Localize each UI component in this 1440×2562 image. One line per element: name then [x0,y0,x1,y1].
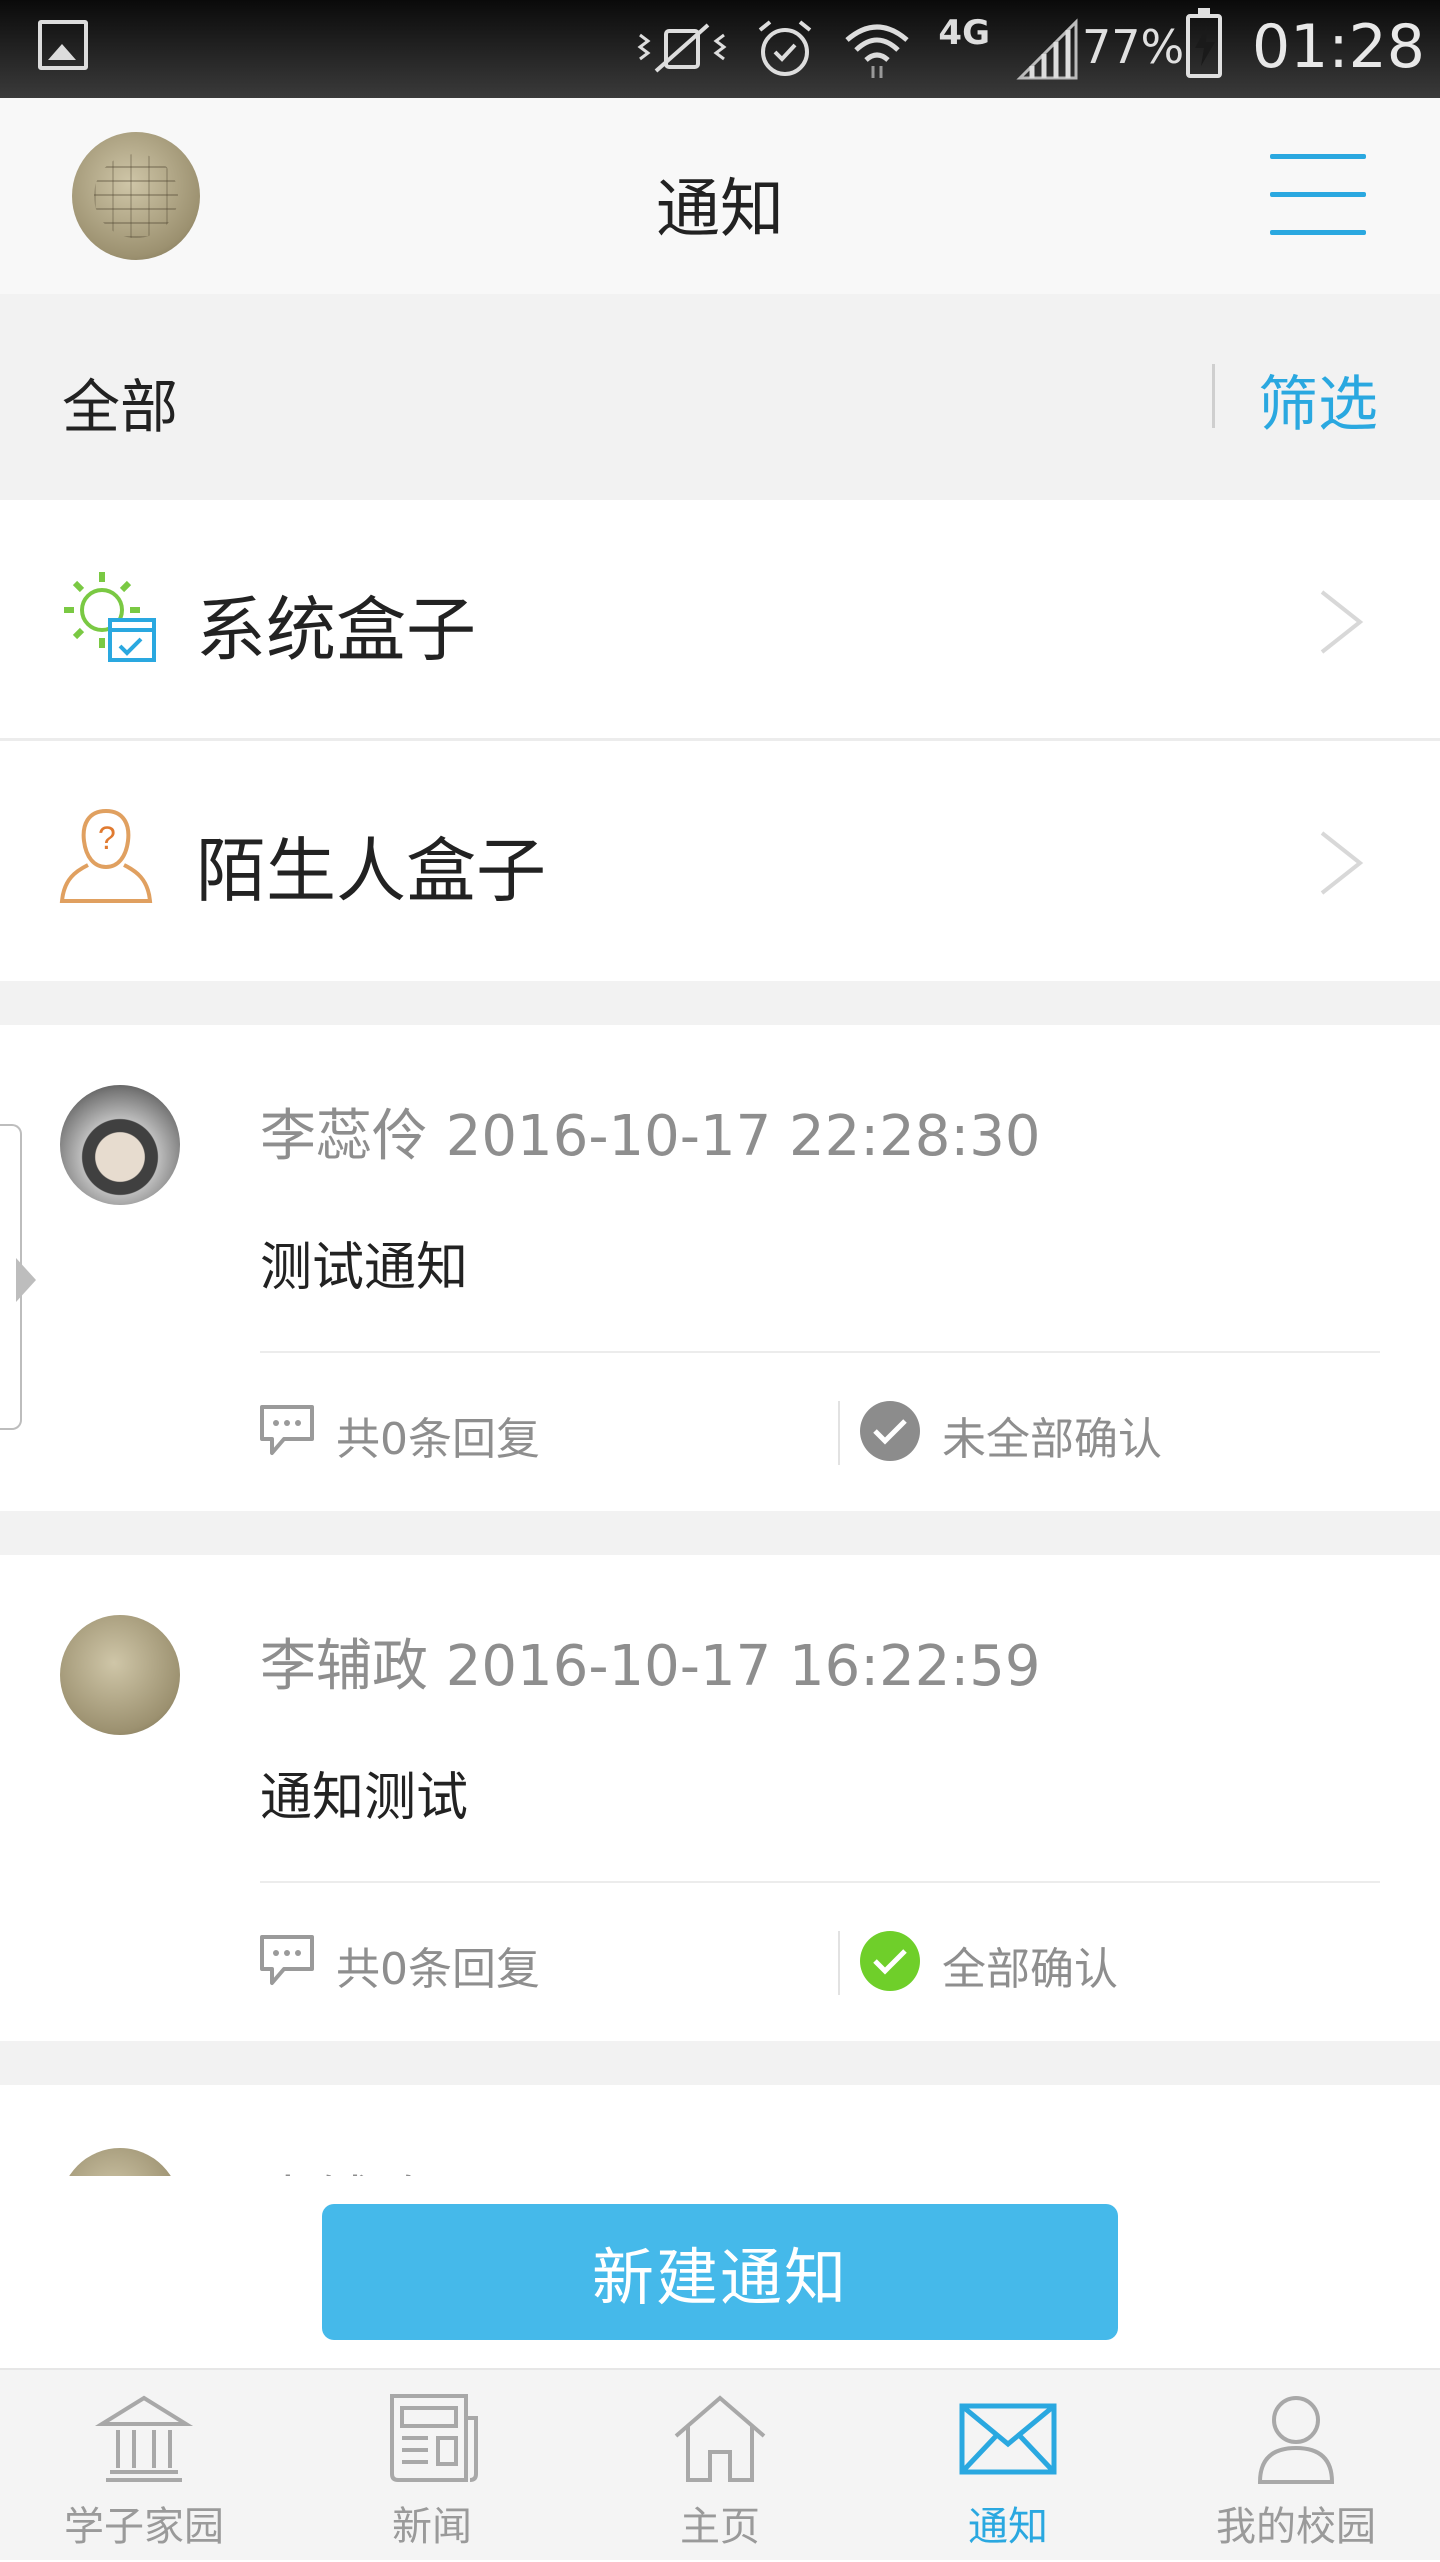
wifi-icon [845,24,910,78]
stranger-box-row[interactable]: ? 陌生人盒子 [0,741,1440,981]
alarm-icon [759,20,812,76]
notice-title: 通知测试 [260,1768,469,1828]
nav-label: 主页 [680,2504,760,2550]
filter-button[interactable]: 筛选 [1258,356,1378,443]
clock: 01:28 [1252,12,1425,82]
stranger-box-label: 陌生人盒子 [196,830,546,912]
nav-label: 新闻 [392,2504,472,2550]
reply-count[interactable]: 共0条回复 [336,1933,540,1997]
nav-item-school-home[interactable]: 学子家园 [0,2370,288,2562]
confirm-status[interactable]: 全部确认 [942,1933,1118,1997]
comment-icon [260,1405,314,1455]
network-type: 4G [938,13,990,53]
section-gap [0,1511,1440,1555]
nav-label: 通知 [968,2504,1048,2550]
nav-item-my-campus[interactable]: 我的校园 [1152,2370,1440,2562]
section-gap [0,981,1440,1025]
nav-item-notice[interactable]: 通知 [864,2370,1152,2562]
user-icon [1257,2396,1335,2484]
vibrate-mute-icon [637,23,727,73]
gallery-notification-icon [38,20,88,70]
unconfirmed-check-icon [860,1401,920,1461]
comment-icon [260,1935,314,1985]
notice-sender-time: 李辅政 2016-10-17 16:22:59 [260,1634,1041,1699]
page-title: 通知 [656,173,784,247]
sender-avatar [60,1085,180,1205]
reply-count[interactable]: 共0条回复 [336,1403,540,1467]
filter-bar: 全部 筛选 [0,294,1440,500]
card-divider [260,1881,1380,1883]
notice-card[interactable]: 李蕊伶 2016-10-17 22:28:30 测试通知 共0条回复 未全部确认 [0,1025,1440,1511]
notice-card[interactable]: 李辅政 2016-10-17 16:22:59 通知测试 共0条回复 全部确认 [0,1555,1440,2041]
nav-label: 学子家园 [64,2504,224,2550]
notice-sender-time: 李辅政 2016-10-17 16:21:59 [260,2158,1041,2176]
confirmed-check-icon [860,1931,920,1991]
side-drawer-handle[interactable] [0,1124,36,1430]
card-vertical-divider [838,1931,840,1995]
notice-sender-time: 李蕊伶 2016-10-17 22:28:30 [260,1104,1041,1169]
card-vertical-divider [838,1401,840,1465]
sender-avatar [60,1615,180,1735]
chevron-right-icon [1320,590,1364,654]
section-gap [0,2041,1440,2085]
system-gear-icon [64,572,156,662]
filter-current-label[interactable]: 全部 [62,360,178,444]
stranger-person-icon: ? [59,808,153,903]
bottom-nav: 学子家园 新闻 主页 通知 我的校园 [0,2368,1440,2560]
school-building-icon [94,2395,194,2482]
svg-text:?: ? [98,820,116,856]
envelope-icon [959,2403,1057,2475]
new-notice-button[interactable]: 新建通知 [322,2204,1118,2340]
nav-label: 我的校园 [1216,2504,1376,2550]
menu-icon[interactable] [1270,154,1366,238]
nav-item-news[interactable]: 新闻 [288,2370,576,2562]
confirm-status[interactable]: 未全部确认 [942,1403,1162,1467]
nav-item-home[interactable]: 主页 [576,2370,864,2562]
home-icon [674,2395,766,2482]
signal-icon [1016,18,1078,80]
battery-icon [1186,8,1222,78]
app-header: 通知 [0,98,1440,294]
system-box-label: 系统盒子 [196,589,476,671]
system-box-row[interactable]: 系统盒子 [0,500,1440,740]
battery-percent: 77% [1082,20,1185,74]
filter-divider [1212,364,1215,428]
sender-avatar [60,2148,180,2176]
newspaper-icon [390,2394,478,2482]
card-divider [260,1351,1380,1353]
status-bar: 4G 77% 01:28 [0,0,1440,98]
chevron-right-icon [1320,831,1364,895]
status-icons: 4G [636,13,1080,84]
notice-title: 测试通知 [260,1238,469,1298]
